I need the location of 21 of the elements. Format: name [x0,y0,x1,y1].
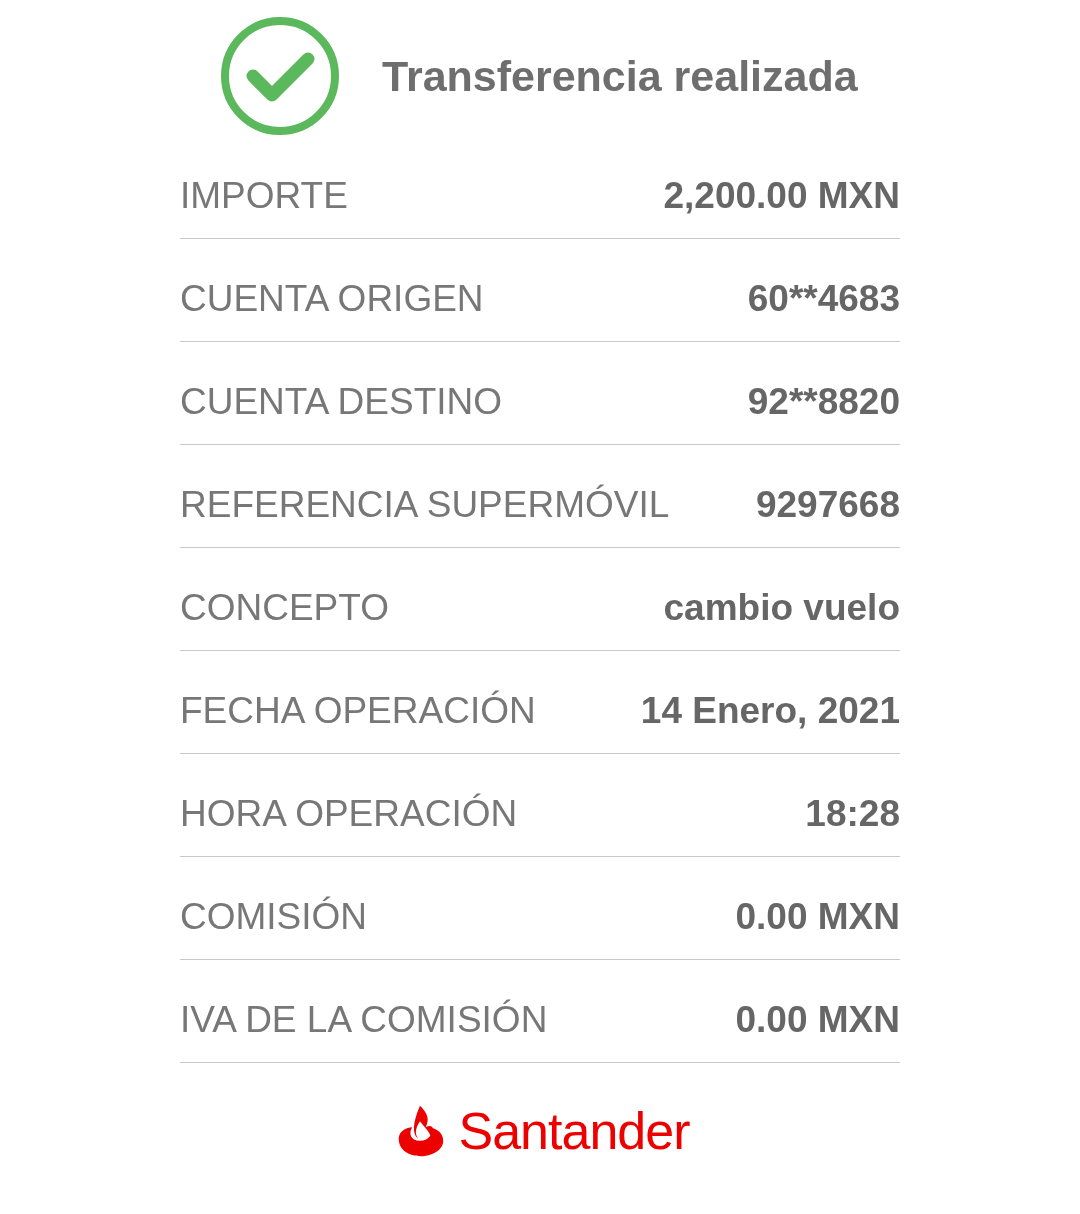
title: Transferencia realizada [382,51,858,101]
field-label: FECHA OPERACIÓN [180,690,536,732]
field-value: 9297668 [755,484,900,526]
field-label: IMPORTE [180,175,348,217]
field-label: CONCEPTO [180,587,389,629]
field-value: 60**4683 [747,278,900,320]
field-value: 2,200.00 MXN [663,175,900,217]
field-value: 14 Enero, 2021 [640,690,900,732]
field-label: REFERENCIA SUPERMÓVIL [180,484,670,526]
field-value: cambio vuelo [663,587,900,629]
success-check-icon [220,16,340,136]
field-label: CUENTA DESTINO [180,381,503,423]
field-label: CUENTA ORIGEN [180,278,484,320]
field-label: COMISIÓN [180,896,368,938]
field-value: 18:28 [805,793,900,835]
field-value: 0.00 MXN [735,999,900,1041]
brand-name: Santander [458,1101,690,1161]
field-label: HORA OPERACIÓN [180,793,518,835]
field-label: IVA DE LA COMISIÓN [180,999,548,1041]
field-value: 92**8820 [747,381,900,423]
field-value: 0.00 MXN [735,896,900,938]
